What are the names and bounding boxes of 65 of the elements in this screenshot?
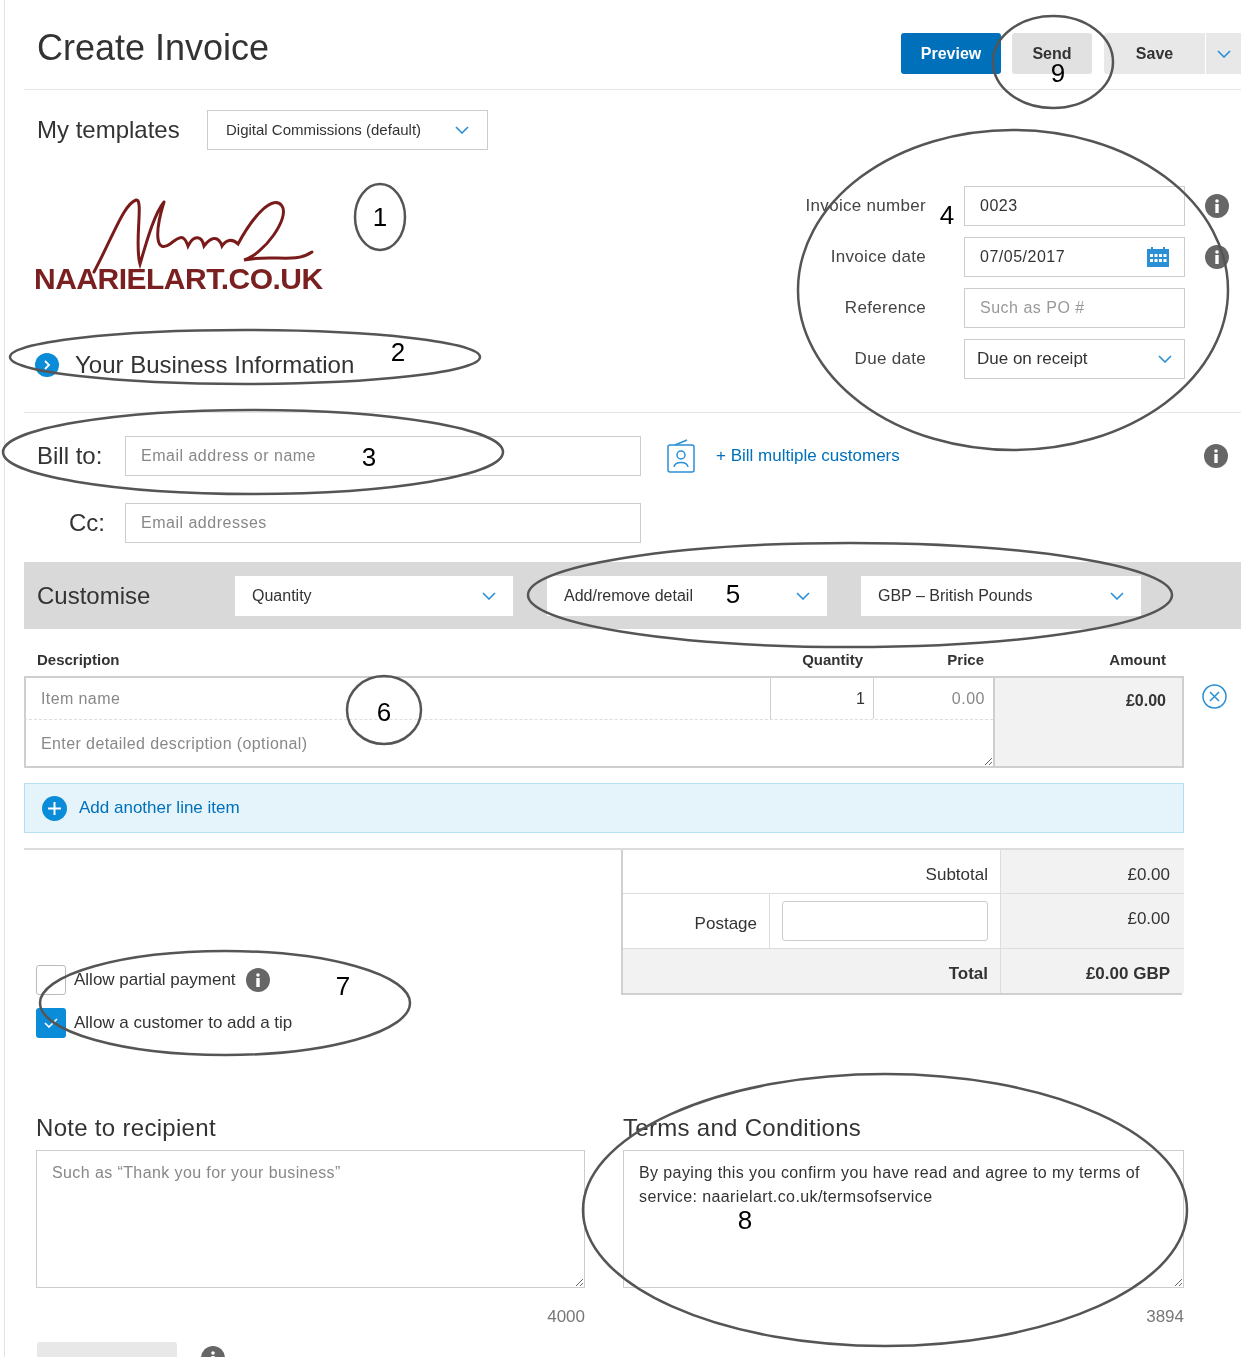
invoice-date-field[interactable]: 07/05/2017: [964, 237, 1185, 277]
field-label: Invoice date: [829, 246, 926, 269]
column-header: Description: [36, 650, 121, 670]
annotation-number: 3: [361, 443, 377, 471]
annotation-number: 4: [939, 201, 955, 229]
option-label: Allow a customer to add a tip: [74, 1012, 293, 1035]
save-button[interactable]: Save: [1104, 33, 1205, 74]
preview-button[interactable]: Preview: [901, 33, 1001, 74]
remove-icon[interactable]: [1202, 684, 1227, 709]
item-name-field[interactable]: Item name: [24, 676, 344, 719]
cc-field[interactable]: Email addresses: [125, 503, 641, 543]
cc-label: Cc:: [69, 508, 106, 538]
chevron-down-icon: [796, 591, 810, 600]
customise-select[interactable]: Quantity: [235, 575, 513, 616]
info-icon[interactable]: [1205, 194, 1229, 218]
logo-text: NAARIELART.CO.UK: [34, 262, 323, 296]
field-label: Due date: [853, 348, 926, 371]
customise-select[interactable]: GBP – British Pounds: [861, 575, 1141, 616]
total-value: £0.00 GBP: [1000, 949, 1184, 993]
chevron-down-icon: [1158, 355, 1172, 363]
bill-to-label: Bill to:: [37, 441, 104, 471]
due-date-select[interactable]: Due on receipt: [964, 339, 1185, 379]
chevron-down-icon: [482, 591, 496, 600]
amount-cell: £0.00: [993, 676, 1184, 768]
customise-label: Customise: [37, 580, 152, 611]
chevron-down-icon: [455, 126, 469, 134]
note-field[interactable]: Such as “Thank you for your business”: [36, 1150, 585, 1288]
annotation-number: 1: [372, 203, 388, 231]
annotation-ellipse: [353, 182, 407, 252]
info-icon[interactable]: [1204, 444, 1228, 468]
column-header: Amount: [1108, 650, 1167, 670]
total-label: Total: [623, 949, 1000, 993]
page-title: Create Invoice: [37, 26, 270, 70]
field-label: Reference: [843, 297, 926, 320]
chevron-down-icon: [1216, 49, 1231, 58]
price-field[interactable]: 0.00: [873, 676, 993, 719]
subtotal-value: £0.00: [1000, 850, 1184, 894]
plus-circle-icon: [42, 795, 67, 821]
postage-value: £0.00: [1000, 894, 1184, 949]
info-icon[interactable]: [245, 968, 270, 992]
annotation-number: 5: [725, 580, 741, 608]
bill-multiple-customers-link[interactable]: + Bill multiple customers: [716, 443, 900, 469]
character-count: 3894: [1145, 1306, 1184, 1328]
text-field[interactable]: 0023: [964, 186, 1185, 226]
column-header: Price: [946, 650, 985, 670]
calendar-icon[interactable]: [1147, 247, 1169, 267]
contact-card-icon[interactable]: [667, 439, 695, 473]
section-heading: Note to recipient: [36, 1113, 217, 1140]
annotation-number: 7: [335, 972, 351, 1000]
text-field[interactable]: Such as PO #: [964, 288, 1185, 328]
checkbox[interactable]: [36, 965, 66, 995]
info-icon[interactable]: [1205, 245, 1229, 269]
postage-field[interactable]: [782, 901, 988, 941]
annotation-number: 8: [737, 1206, 753, 1234]
chevron-down-icon: [1110, 591, 1124, 600]
add-line-item-button[interactable]: Add another line item: [24, 783, 1184, 833]
quantity-field[interactable]: 1: [770, 676, 873, 719]
business-info-toggle[interactable]: Your Business Information: [75, 347, 355, 383]
character-count: 4000: [546, 1306, 585, 1328]
column-header: Quantity: [801, 650, 864, 670]
template-select[interactable]: Digital Commissions (default): [207, 110, 488, 150]
annotation-number: 2: [390, 338, 406, 366]
checkmark-icon: [44, 1018, 58, 1028]
templates-label: My templates: [37, 115, 181, 145]
option-label: Allow partial payment: [74, 969, 236, 992]
